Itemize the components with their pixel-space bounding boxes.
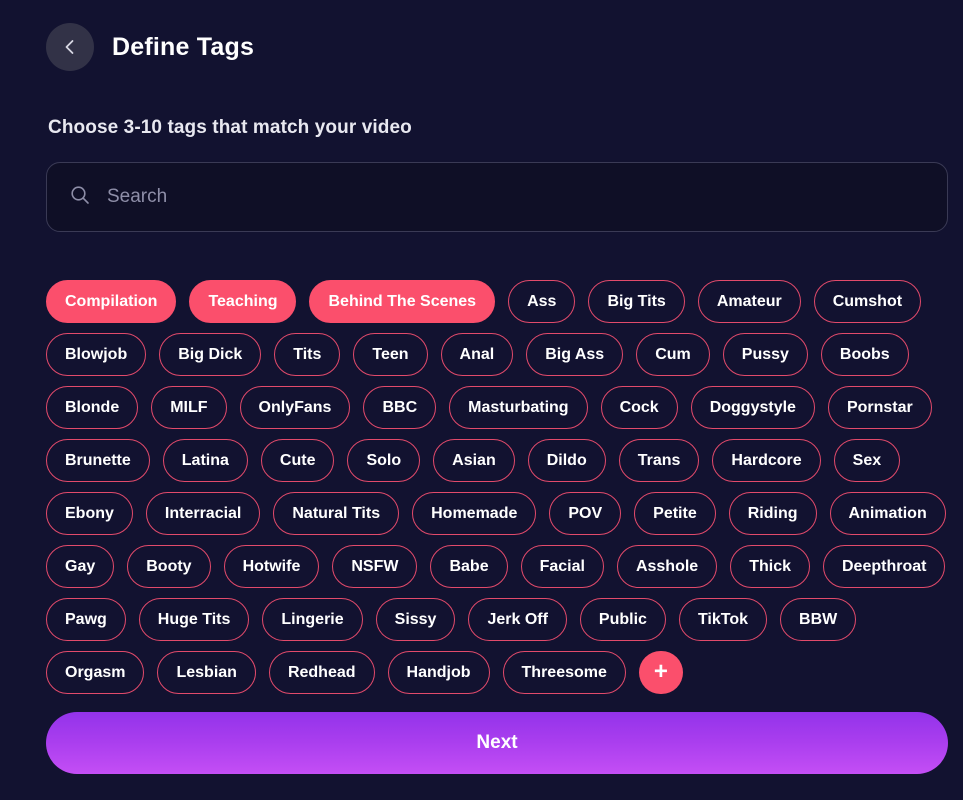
instruction-text: Choose 3-10 tags that match your video xyxy=(0,71,963,139)
tag-chip[interactable]: Dildo xyxy=(528,439,606,482)
tag-chip[interactable]: Ebony xyxy=(46,492,133,535)
tag-chip[interactable]: Pornstar xyxy=(828,386,932,429)
tag-chip[interactable]: BBC xyxy=(363,386,436,429)
tags-area: Compilation Teaching Behind The Scenes Ass B… xyxy=(0,280,963,712)
tag-chip[interactable]: Pussy xyxy=(723,333,808,376)
tag-chip[interactable]: Hotwife xyxy=(224,545,320,588)
footer: Next xyxy=(0,712,963,800)
tag-chip[interactable]: Sex xyxy=(834,439,900,482)
tag-chip[interactable]: Big Dick xyxy=(159,333,261,376)
tag-chip[interactable]: Latina xyxy=(163,439,248,482)
define-tags-screen: Define Tags Choose 3-10 tags that match … xyxy=(0,0,963,800)
tag-chip[interactable]: Handjob xyxy=(388,651,490,694)
chevron-left-icon xyxy=(60,37,80,57)
tag-chip[interactable]: POV xyxy=(549,492,621,535)
tag-chip[interactable]: Amateur xyxy=(698,280,801,323)
tag-chip[interactable]: Orgasm xyxy=(46,651,144,694)
tag-chip[interactable]: Behind The Scenes xyxy=(309,280,495,323)
tag-chip[interactable]: Lesbian xyxy=(157,651,255,694)
tag-chip[interactable]: Homemade xyxy=(412,492,536,535)
tag-chip[interactable]: Cock xyxy=(601,386,678,429)
tag-chip[interactable]: Teaching xyxy=(189,280,296,323)
tag-chip[interactable]: Teen xyxy=(353,333,427,376)
tag-chip[interactable]: Pawg xyxy=(46,598,126,641)
tag-chip[interactable]: Thick xyxy=(730,545,810,588)
tag-chip[interactable]: Animation xyxy=(830,492,946,535)
tag-chip[interactable]: Interracial xyxy=(146,492,260,535)
tag-chip[interactable]: TikTok xyxy=(679,598,767,641)
tag-chip[interactable]: OnlyFans xyxy=(240,386,351,429)
search-box[interactable] xyxy=(46,162,948,232)
back-button[interactable] xyxy=(46,23,94,71)
search-input[interactable] xyxy=(107,186,925,208)
tag-chip[interactable]: BBW xyxy=(780,598,856,641)
tags-list: Compilation Teaching Behind The Scenes Ass B… xyxy=(46,280,949,694)
tag-chip[interactable]: Cute xyxy=(261,439,335,482)
tag-chip[interactable]: Asian xyxy=(433,439,515,482)
tag-chip[interactable]: Babe xyxy=(430,545,507,588)
tag-chip[interactable]: Petite xyxy=(634,492,716,535)
tag-chip[interactable]: Solo xyxy=(347,439,420,482)
tag-chip[interactable]: Natural Tits xyxy=(273,492,399,535)
tag-chip[interactable]: Redhead xyxy=(269,651,375,694)
tag-chip[interactable]: Jerk Off xyxy=(468,598,566,641)
header: Define Tags xyxy=(0,0,963,71)
search-section xyxy=(46,162,948,232)
tag-chip[interactable]: Asshole xyxy=(617,545,717,588)
tag-chip[interactable]: Anal xyxy=(441,333,514,376)
tag-chip[interactable]: Compilation xyxy=(46,280,176,323)
page-title: Define Tags xyxy=(112,35,254,60)
tag-chip[interactable]: Sissy xyxy=(376,598,456,641)
tag-chip[interactable]: Hardcore xyxy=(712,439,820,482)
tag-chip[interactable]: Facial xyxy=(521,545,604,588)
tag-chip[interactable]: Brunette xyxy=(46,439,150,482)
tag-chip[interactable]: Big Ass xyxy=(526,333,623,376)
tag-chip[interactable]: Booty xyxy=(127,545,210,588)
tag-chip[interactable]: Threesome xyxy=(503,651,626,694)
tag-chip[interactable]: Huge Tits xyxy=(139,598,250,641)
tag-chip[interactable]: Boobs xyxy=(821,333,909,376)
next-button[interactable]: Next xyxy=(46,712,948,774)
tag-chip[interactable]: Lingerie xyxy=(262,598,362,641)
tag-chip[interactable]: Cumshot xyxy=(814,280,921,323)
search-icon xyxy=(69,184,91,211)
tag-chip[interactable]: Blowjob xyxy=(46,333,146,376)
tag-chip[interactable]: MILF xyxy=(151,386,226,429)
tag-chip[interactable]: Gay xyxy=(46,545,114,588)
tag-chip[interactable]: Deepthroat xyxy=(823,545,945,588)
tag-chip[interactable]: Doggystyle xyxy=(691,386,815,429)
tag-chip[interactable]: Riding xyxy=(729,492,817,535)
tag-chip[interactable]: Big Tits xyxy=(588,280,684,323)
tag-chip[interactable]: Ass xyxy=(508,280,575,323)
tag-chip[interactable]: Trans xyxy=(619,439,700,482)
tag-chip[interactable]: Blonde xyxy=(46,386,138,429)
add-tag-button[interactable]: + xyxy=(639,651,683,694)
tag-chip[interactable]: Public xyxy=(580,598,666,641)
tag-chip[interactable]: Tits xyxy=(274,333,340,376)
tag-chip[interactable]: Masturbating xyxy=(449,386,587,429)
tag-chip[interactable]: Cum xyxy=(636,333,710,376)
tag-chip[interactable]: NSFW xyxy=(332,545,417,588)
